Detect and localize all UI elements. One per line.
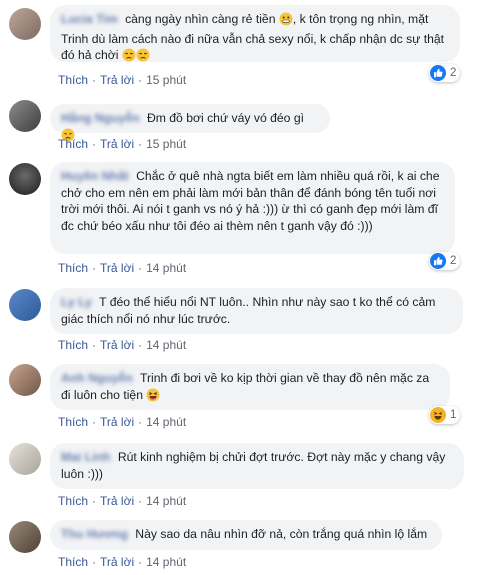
avatar[interactable]	[9, 443, 41, 475]
avatar[interactable]	[9, 8, 41, 40]
haha-reaction-icon	[430, 407, 446, 423]
reply-link[interactable]: Trả lời	[100, 494, 134, 508]
avatar[interactable]	[9, 364, 41, 396]
avatar[interactable]	[9, 289, 41, 321]
comment-actions: Thích · Trả lời · 14 phút	[58, 261, 187, 275]
unamused-emoji-icon	[122, 48, 136, 67]
avatar[interactable]	[9, 163, 41, 195]
comment-author[interactable]: Thu Hương	[61, 527, 128, 541]
reaction-count: 1	[450, 409, 457, 421]
comment-bubble: Mai Linh Rút kinh nghiệm bị chửi đợt trư…	[50, 443, 464, 489]
comment-author[interactable]: Mai Linh	[61, 450, 110, 464]
comment-author[interactable]: Anh Nguyễn	[61, 371, 133, 385]
comment-actions: Thích · Trả lời · 15 phút	[58, 137, 187, 151]
reaction-count: 2	[450, 255, 457, 267]
comment-time[interactable]: 15 phút	[146, 73, 186, 87]
comment-bubble: Ly Ly T đéo thể hiểu nổi NT luôn.. Nhìn …	[50, 288, 463, 334]
reply-link[interactable]: Trả lời	[100, 415, 134, 429]
comment-actions: Thích · Trả lời · 14 phút	[58, 338, 187, 352]
comment-time[interactable]: 14 phút	[146, 555, 186, 569]
reply-link[interactable]: Trả lời	[100, 555, 134, 569]
like-link[interactable]: Thích	[58, 555, 88, 569]
comment-author[interactable]: Lucia Tim	[61, 12, 118, 26]
like-link[interactable]: Thích	[58, 137, 88, 151]
reaction-summary[interactable]: 2	[429, 64, 461, 82]
comment-time[interactable]: 14 phút	[146, 338, 186, 352]
comment-bubble: Huyền Nhất Chắc ở quê nhà ngta biết em l…	[50, 162, 455, 254]
comment-bubble: Thu Hương Này sao da nâu nhìn đỡ nả, còn…	[50, 520, 442, 550]
avatar[interactable]	[9, 521, 41, 553]
like-link[interactable]: Thích	[58, 338, 88, 352]
reaction-count: 2	[450, 67, 457, 79]
comment-author[interactable]: Hằng Nguyễn	[61, 111, 140, 125]
comment-bubble: Hằng Nguyễn Đm đồ bơi chứ váy vó đéo gì	[50, 104, 330, 141]
comment-bubble: Lucia Tim càng ngày nhìn càng rẻ tiền , …	[50, 5, 460, 62]
comment-text: T đéo thể hiểu nổi NT luôn.. Nhìn như nà…	[61, 295, 436, 326]
comment-bubble: Anh Nguyễn Trinh đi bơi về ko kịp thời g…	[50, 364, 450, 410]
comment-actions: Thích · Trả lời · 14 phút	[58, 555, 187, 569]
comment-text: càng ngày nhìn càng rẻ tiền	[125, 12, 276, 26]
comment-actions: Thích · Trả lời · 14 phút	[58, 494, 187, 508]
comment-actions: Thích · Trả lời · 14 phút	[58, 415, 187, 429]
reaction-summary[interactable]: 2	[429, 252, 461, 270]
unamused-emoji-icon	[136, 48, 150, 67]
like-link[interactable]: Thích	[58, 494, 88, 508]
reply-link[interactable]: Trả lời	[100, 338, 134, 352]
comment-time[interactable]: 14 phút	[146, 261, 186, 275]
avatar[interactable]	[9, 100, 41, 132]
like-link[interactable]: Thích	[58, 261, 88, 275]
reply-link[interactable]: Trả lời	[100, 73, 134, 87]
like-link[interactable]: Thích	[58, 73, 88, 87]
laughing-emoji-icon	[146, 388, 160, 407]
comment-text: Này sao da nâu nhìn đỡ nả, còn trắng quá…	[135, 527, 428, 541]
like-reaction-icon	[430, 65, 446, 81]
comment-actions: Thích · Trả lời · 15 phút	[58, 73, 187, 87]
reply-link[interactable]: Trả lời	[100, 261, 134, 275]
comment-time[interactable]: 15 phút	[146, 137, 186, 151]
comment-author[interactable]: Huyền Nhất	[61, 169, 129, 183]
comment-text: Đm đồ bơi chứ váy vó đéo gì	[146, 111, 304, 125]
like-link[interactable]: Thích	[58, 415, 88, 429]
grimace-emoji-icon	[279, 12, 293, 31]
comment-time[interactable]: 14 phút	[146, 415, 186, 429]
comment-time[interactable]: 14 phút	[146, 494, 186, 508]
like-reaction-icon	[430, 253, 446, 269]
reaction-summary[interactable]: 1	[429, 406, 461, 424]
comment-text: Rút kinh nghiệm bị chửi đợt trước. Đợt n…	[61, 450, 446, 481]
comment-author[interactable]: Ly Ly	[61, 295, 92, 309]
reply-link[interactable]: Trả lời	[100, 137, 134, 151]
